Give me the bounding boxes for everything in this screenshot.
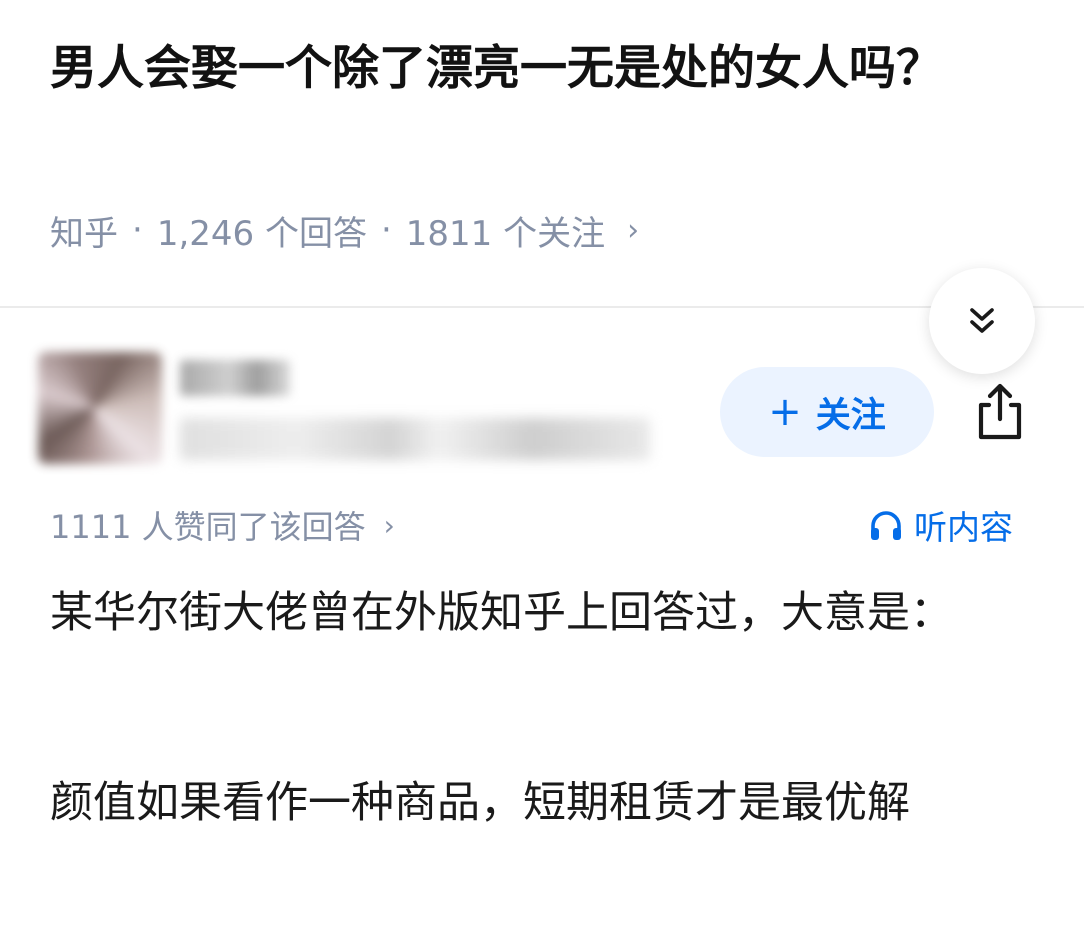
headphones-icon [871,511,901,540]
meta-separator: · [380,210,392,250]
divider [0,306,1084,308]
share-icon [978,383,1022,440]
listen-label: 听内容 [914,508,1013,547]
collapse-button[interactable] [929,268,1035,374]
answer-paragraph: 颜值如果看作一种商品，短期租赁才是最优解 [50,778,910,828]
follow-label: 关注 [815,395,886,436]
author-avatar[interactable] [38,352,162,464]
share-button[interactable] [968,378,1032,446]
meta-answer-count: 1,246 个回答 [156,213,367,254]
question-title: 男人会娶一个除了漂亮一无是处的女人吗？ [50,41,943,96]
chevron-right-icon: › [627,212,640,248]
chevron-right-icon: › [383,508,395,542]
double-chevron-down-icon [970,308,994,333]
plus-icon: + [768,389,802,435]
answer-paragraph: 某华尔街大佬曾在外版知乎上回答过，大意是： [50,588,953,638]
vote-count-text: 1111 人赞同了该回答 [50,508,366,546]
author-name-blurred[interactable] [180,360,290,396]
author-bio-blurred [180,418,650,460]
meta-separator: · [132,210,143,250]
listen-button[interactable]: 听内容 [868,500,1013,550]
meta-follower-count: 1811 个关注 [405,213,606,254]
follow-button[interactable]: + 关注 [720,367,934,457]
vote-summary[interactable]: 1111 人赞同了该回答 › [50,500,395,550]
question-meta[interactable]: 知乎 · 1,246 个回答 · 1811 个关注 › [50,205,639,255]
meta-source: 知乎 [50,213,118,254]
